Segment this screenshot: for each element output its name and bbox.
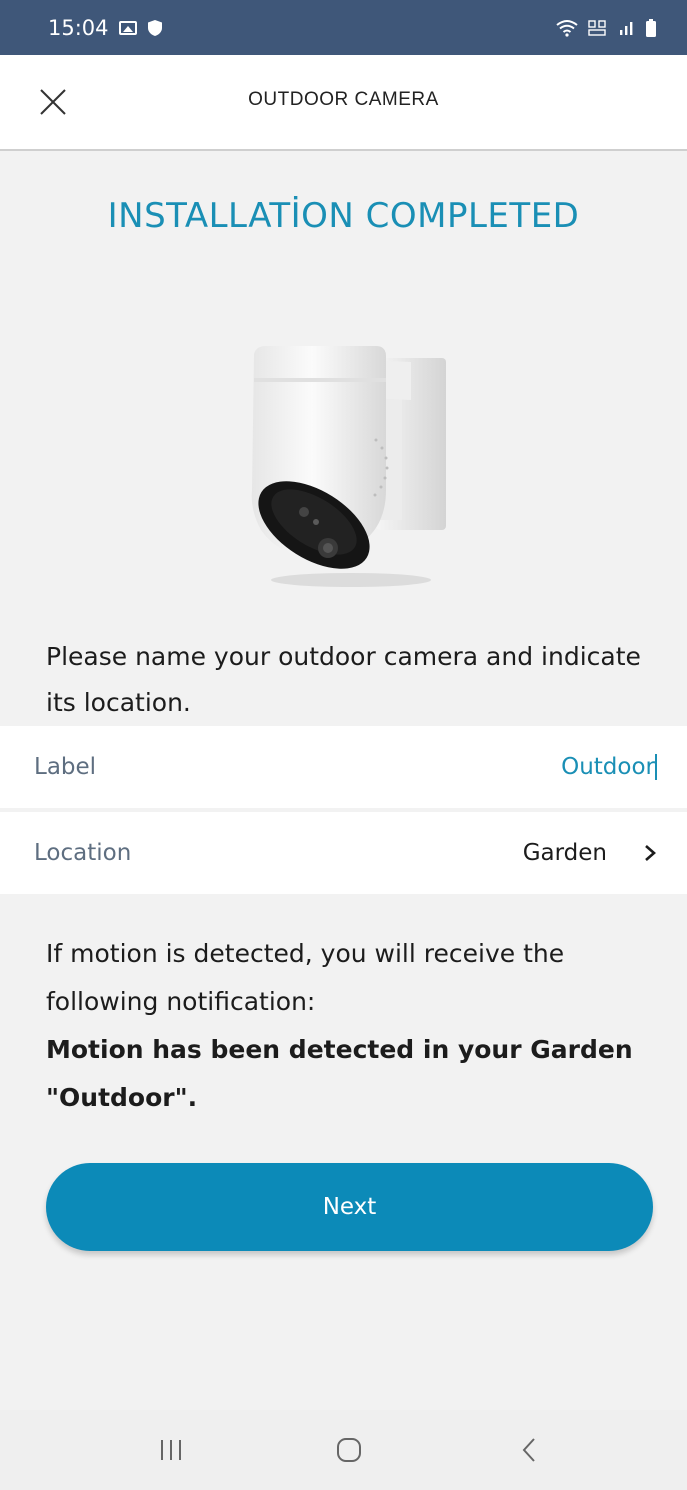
intro-text: Please name your outdoor camera and indi…: [46, 642, 641, 717]
location-value-wrap: Garden: [523, 840, 657, 866]
outdoor-camera-image: [251, 346, 446, 587]
volte-icon: [588, 19, 606, 36]
chevron-right-icon: [645, 845, 656, 861]
signal-icon: [620, 21, 633, 35]
shield-icon: [147, 19, 162, 36]
notification-info: If motion is detected, you will receive …: [46, 930, 656, 1122]
header-title: OUTDOOR CAMERA: [248, 89, 439, 110]
battery-icon: [646, 18, 656, 37]
status-right: [555, 18, 657, 38]
location-row[interactable]: Location Garden: [0, 812, 687, 894]
gallery-icon: [118, 20, 137, 35]
recent-apps-icon[interactable]: [156, 1436, 186, 1464]
next-button[interactable]: Next: [46, 1163, 653, 1251]
location-field-label: Location: [34, 840, 132, 866]
wifi-icon: [556, 19, 578, 37]
page-title: INSTALLATİON COMPLETED: [107, 196, 580, 236]
status-left: 15:04: [48, 16, 163, 40]
notice-bold-text: Motion has been detected in your Garden …: [46, 1035, 633, 1112]
notice-text: If motion is detected, you will receive …: [46, 939, 565, 1016]
label-input[interactable]: [355, 754, 657, 780]
status-time: 15:04: [48, 15, 109, 40]
label-field-label: Label: [34, 754, 97, 780]
system-nav-bar: [0, 1410, 687, 1490]
home-icon[interactable]: [334, 1436, 364, 1464]
label-row: Label: [0, 726, 687, 808]
back-icon[interactable]: [514, 1436, 544, 1464]
location-value: Garden: [522, 840, 607, 866]
app-header: OUTDOOR CAMERA: [0, 55, 687, 151]
status-bar: 15:04: [0, 0, 687, 55]
